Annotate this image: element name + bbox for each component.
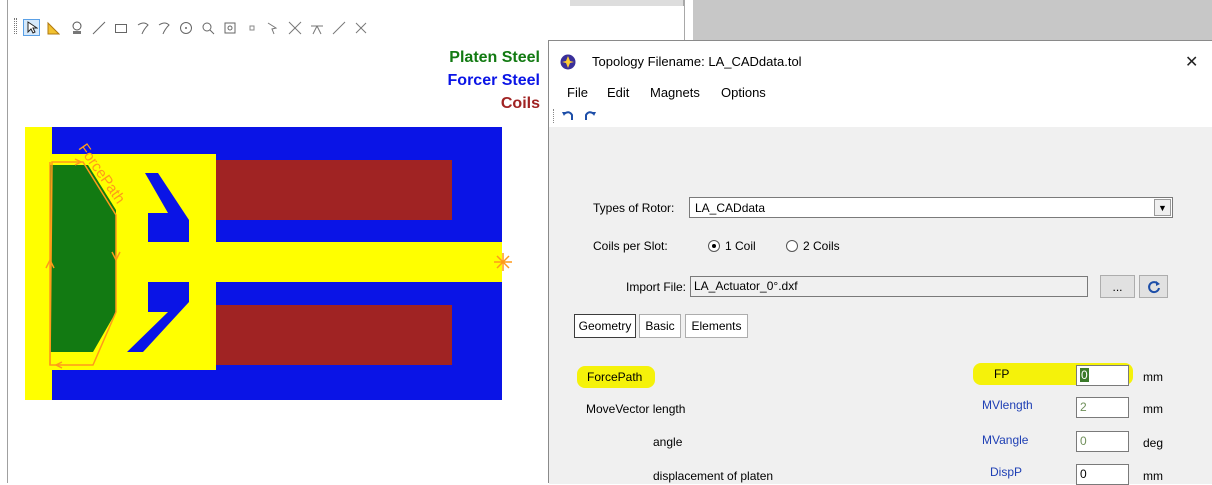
triangle-icon[interactable] — [44, 19, 61, 36]
point-icon[interactable] — [243, 19, 260, 36]
fp-unit: mm — [1143, 370, 1163, 384]
tab-geometry[interactable]: Geometry — [574, 314, 636, 338]
circle-icon[interactable] — [177, 19, 194, 36]
window-border — [7, 0, 8, 483]
import-file-field[interactable]: LA_Actuator_0°.dxf — [690, 276, 1088, 297]
dialog-toolbar — [549, 105, 1212, 127]
zoom-icon[interactable] — [199, 19, 216, 36]
fp-input-value: 0 — [1080, 368, 1089, 382]
param-label-angle: angle — [653, 435, 683, 449]
menu-bar: File Edit Magnets Options — [549, 81, 1212, 105]
rotor-type-label: Types of Rotor: — [593, 201, 675, 215]
mvangle-unit: deg — [1143, 436, 1164, 450]
param-label-displacement-of-platen: displacement of platen — [653, 469, 774, 483]
param-label-movevector-length: MoveVector length — [586, 402, 686, 416]
browse-button[interactable]: ... — [1100, 275, 1135, 298]
refresh-button[interactable] — [1139, 275, 1168, 298]
dialog-client-area: Types of Rotor: LA_CADdata ▼ Coils per S… — [549, 127, 1212, 485]
radio-button-checked[interactable] — [708, 240, 720, 252]
coils-per-slot-label: Coils per Slot: — [593, 239, 668, 253]
tab-basic[interactable]: Basic — [639, 314, 681, 338]
radio-button-unchecked[interactable] — [786, 240, 798, 252]
delete-x-icon[interactable] — [352, 19, 369, 36]
menu-magnets[interactable]: Magnets — [650, 85, 700, 100]
arc-icon[interactable] — [134, 19, 151, 36]
toolbar-grip[interactable] — [553, 109, 554, 123]
legend-platen-steel: Platen Steel — [449, 49, 540, 66]
mvlength-input[interactable]: 2 — [1076, 397, 1129, 418]
rectangle-icon[interactable] — [112, 19, 129, 36]
rotor-type-select[interactable]: LA_CADdata ▼ — [689, 197, 1173, 218]
radio-2-coils[interactable]: 2 Coils — [786, 239, 840, 253]
coil-upper — [216, 160, 452, 220]
param-var-mvlength: MVlength — [982, 398, 1033, 412]
tab-elements[interactable]: Elements — [685, 314, 748, 338]
split-icon[interactable] — [308, 19, 325, 36]
radio-2-coils-label: 2 Coils — [803, 239, 840, 253]
legend-coils: Coils — [500, 95, 540, 112]
legend-forcer-steel: Forcer Steel — [447, 72, 540, 89]
desktop-background — [693, 0, 1212, 40]
line-icon[interactable] — [90, 19, 107, 36]
mvlength-unit: mm — [1143, 402, 1163, 416]
menu-options[interactable]: Options — [721, 85, 766, 100]
param-var-fp: FP — [994, 367, 1010, 381]
material-legend: Platen Steel Forcer Steel Coils — [360, 46, 540, 115]
select-arrow-icon[interactable] — [23, 19, 40, 36]
diagonal-icon[interactable] — [330, 19, 347, 36]
menu-edit[interactable]: Edit — [607, 85, 629, 100]
undo-icon[interactable] — [561, 109, 575, 123]
coil-lower — [216, 305, 452, 365]
pointer-icon[interactable] — [264, 19, 281, 36]
chevron-down-icon[interactable]: ▼ — [1154, 199, 1171, 216]
toolbar-grip[interactable] — [14, 18, 17, 34]
zoom-fit-icon[interactable] — [221, 19, 238, 36]
radio-1-coil[interactable]: 1 Coil — [708, 239, 756, 253]
arc2-icon[interactable] — [155, 19, 172, 36]
rotor-type-value: LA_CADdata — [695, 201, 766, 215]
fp-input[interactable]: 0 — [1076, 365, 1129, 386]
menu-file[interactable]: File — [567, 85, 588, 100]
actuator-drawing[interactable]: ForcePath — [20, 120, 520, 405]
param-label-forcepath: ForcePath — [587, 370, 643, 384]
app-icon — [560, 54, 576, 70]
dialog-title: Topology Filename: LA_CADdata.tol — [592, 54, 802, 69]
cad-toolbar — [14, 6, 684, 42]
cross-arrows-icon[interactable] — [286, 19, 303, 36]
radio-1-coil-label: 1 Coil — [725, 239, 756, 253]
dispp-unit: mm — [1143, 469, 1163, 483]
redo-icon[interactable] — [583, 109, 597, 123]
dispp-input[interactable]: 0 — [1076, 464, 1129, 485]
topology-dialog: Topology Filename: LA_CADdata.tol ✕ File… — [548, 40, 1212, 485]
dialog-titlebar[interactable]: Topology Filename: LA_CADdata.tol ✕ — [549, 41, 1212, 81]
view-icon[interactable] — [68, 19, 85, 36]
param-var-dispp: DispP — [990, 465, 1023, 479]
refresh-icon — [1147, 280, 1160, 293]
close-icon[interactable]: ✕ — [1185, 52, 1198, 72]
import-file-label: Import File: — [626, 280, 687, 294]
param-var-mvangle: MVangle — [982, 433, 1029, 447]
mvangle-input[interactable]: 0 — [1076, 431, 1129, 452]
